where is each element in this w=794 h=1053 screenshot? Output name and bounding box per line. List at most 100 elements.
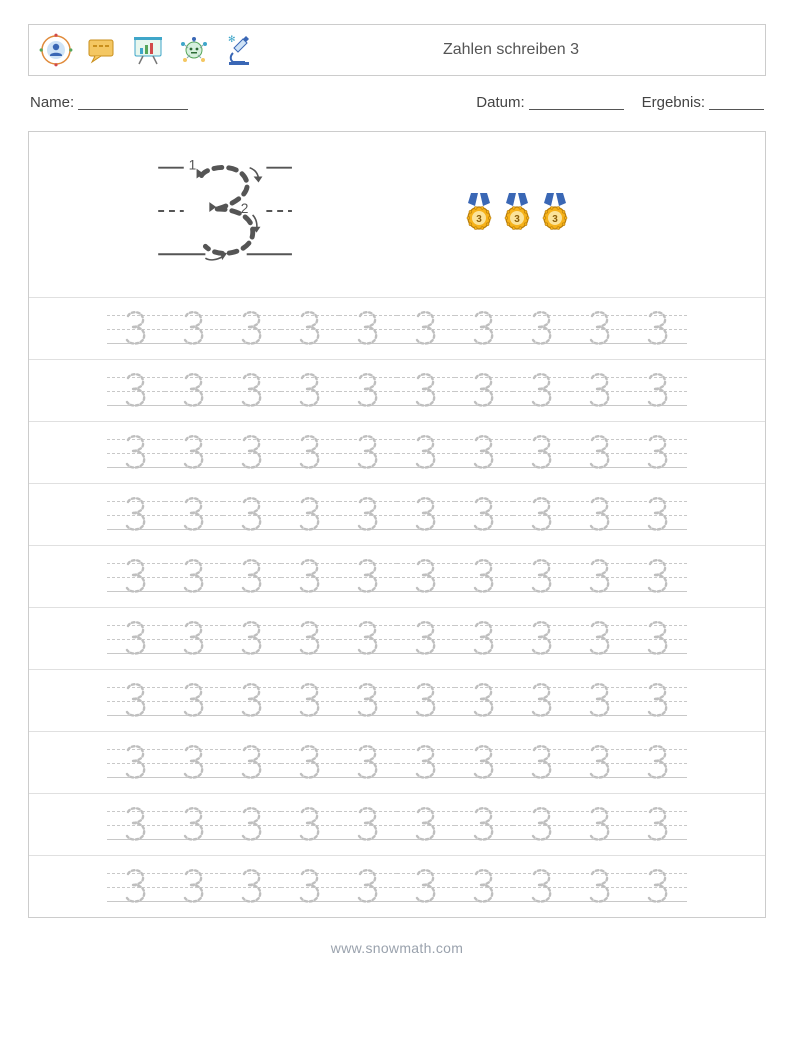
trace-cell[interactable] xyxy=(225,678,279,724)
date-blank[interactable] xyxy=(529,95,624,111)
trace-cell[interactable] xyxy=(109,864,163,910)
trace-cell[interactable] xyxy=(225,864,279,910)
trace-cell[interactable] xyxy=(573,678,627,724)
trace-cell[interactable] xyxy=(515,678,569,724)
trace-cell[interactable] xyxy=(515,864,569,910)
trace-cell[interactable] xyxy=(631,864,685,910)
trace-cell[interactable] xyxy=(167,368,221,414)
trace-cell[interactable] xyxy=(283,306,337,352)
trace-cell[interactable] xyxy=(109,802,163,848)
trace-cell[interactable] xyxy=(399,802,453,848)
trace-cell[interactable] xyxy=(167,802,221,848)
trace-cell[interactable] xyxy=(457,802,511,848)
trace-cell[interactable] xyxy=(631,616,685,662)
trace-cell[interactable] xyxy=(341,430,395,476)
trace-cell[interactable] xyxy=(573,802,627,848)
trace-cell[interactable] xyxy=(167,616,221,662)
practice-row[interactable] xyxy=(29,483,765,545)
trace-cell[interactable] xyxy=(457,678,511,724)
trace-cell[interactable] xyxy=(399,368,453,414)
trace-cell[interactable] xyxy=(631,740,685,786)
trace-cell[interactable] xyxy=(457,616,511,662)
trace-cell[interactable] xyxy=(631,430,685,476)
trace-cell[interactable] xyxy=(109,492,163,538)
trace-cell[interactable] xyxy=(399,554,453,600)
trace-cell[interactable] xyxy=(225,492,279,538)
practice-row[interactable] xyxy=(29,359,765,421)
trace-cell[interactable] xyxy=(167,678,221,724)
practice-row[interactable] xyxy=(29,297,765,359)
trace-cell[interactable] xyxy=(515,616,569,662)
trace-cell[interactable] xyxy=(573,492,627,538)
practice-row[interactable] xyxy=(29,855,765,917)
trace-cell[interactable] xyxy=(283,554,337,600)
trace-cell[interactable] xyxy=(457,864,511,910)
trace-cell[interactable] xyxy=(573,368,627,414)
trace-cell[interactable] xyxy=(399,616,453,662)
trace-cell[interactable] xyxy=(631,492,685,538)
trace-cell[interactable] xyxy=(573,740,627,786)
trace-cell[interactable] xyxy=(341,306,395,352)
trace-cell[interactable] xyxy=(341,492,395,538)
trace-cell[interactable] xyxy=(457,740,511,786)
trace-cell[interactable] xyxy=(631,306,685,352)
trace-cell[interactable] xyxy=(399,678,453,724)
trace-cell[interactable] xyxy=(225,740,279,786)
trace-cell[interactable] xyxy=(283,430,337,476)
trace-cell[interactable] xyxy=(341,368,395,414)
trace-cell[interactable] xyxy=(399,740,453,786)
trace-cell[interactable] xyxy=(341,740,395,786)
trace-cell[interactable] xyxy=(573,554,627,600)
trace-cell[interactable] xyxy=(109,430,163,476)
trace-cell[interactable] xyxy=(457,492,511,538)
trace-cell[interactable] xyxy=(515,306,569,352)
trace-cell[interactable] xyxy=(283,368,337,414)
trace-cell[interactable] xyxy=(283,616,337,662)
trace-cell[interactable] xyxy=(515,492,569,538)
trace-cell[interactable] xyxy=(109,616,163,662)
trace-cell[interactable] xyxy=(225,368,279,414)
trace-cell[interactable] xyxy=(283,740,337,786)
trace-cell[interactable] xyxy=(109,554,163,600)
trace-cell[interactable] xyxy=(515,554,569,600)
trace-cell[interactable] xyxy=(341,864,395,910)
trace-cell[interactable] xyxy=(631,802,685,848)
trace-cell[interactable] xyxy=(225,802,279,848)
trace-cell[interactable] xyxy=(341,554,395,600)
trace-cell[interactable] xyxy=(457,554,511,600)
trace-cell[interactable] xyxy=(283,678,337,724)
practice-row[interactable] xyxy=(29,669,765,731)
trace-cell[interactable] xyxy=(573,430,627,476)
trace-cell[interactable] xyxy=(225,554,279,600)
trace-cell[interactable] xyxy=(399,864,453,910)
practice-row[interactable] xyxy=(29,607,765,669)
trace-cell[interactable] xyxy=(515,802,569,848)
trace-cell[interactable] xyxy=(457,430,511,476)
trace-cell[interactable] xyxy=(167,740,221,786)
trace-cell[interactable] xyxy=(341,616,395,662)
trace-cell[interactable] xyxy=(109,740,163,786)
trace-cell[interactable] xyxy=(399,430,453,476)
practice-row[interactable] xyxy=(29,421,765,483)
trace-cell[interactable] xyxy=(167,430,221,476)
trace-cell[interactable] xyxy=(167,554,221,600)
trace-cell[interactable] xyxy=(515,368,569,414)
trace-cell[interactable] xyxy=(225,616,279,662)
trace-cell[interactable] xyxy=(225,306,279,352)
trace-cell[interactable] xyxy=(341,678,395,724)
trace-cell[interactable] xyxy=(573,306,627,352)
trace-cell[interactable] xyxy=(515,740,569,786)
trace-cell[interactable] xyxy=(167,864,221,910)
trace-cell[interactable] xyxy=(109,306,163,352)
trace-cell[interactable] xyxy=(631,678,685,724)
result-blank[interactable] xyxy=(709,95,764,111)
trace-cell[interactable] xyxy=(109,678,163,724)
trace-cell[interactable] xyxy=(167,492,221,538)
trace-cell[interactable] xyxy=(109,368,163,414)
trace-cell[interactable] xyxy=(515,430,569,476)
trace-cell[interactable] xyxy=(283,864,337,910)
practice-row[interactable] xyxy=(29,545,765,607)
trace-cell[interactable] xyxy=(167,306,221,352)
practice-row[interactable] xyxy=(29,731,765,793)
trace-cell[interactable] xyxy=(573,616,627,662)
